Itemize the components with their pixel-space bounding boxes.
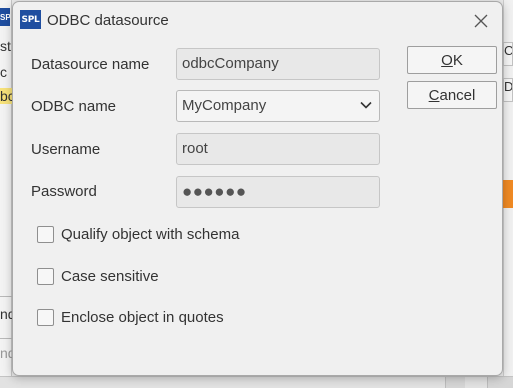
datasource-name-field[interactable]: odbcCompany <box>176 48 380 80</box>
background-right-cell: Di <box>503 78 513 102</box>
username-label: Username <box>31 141 101 158</box>
background-left-text: nd <box>0 345 12 361</box>
background-bottom-segment <box>445 377 465 388</box>
ok-button[interactable]: OK <box>407 46 497 74</box>
case-sensitive-option[interactable]: Case sensitive <box>37 266 159 286</box>
enclose-object-in-quotes-option[interactable]: Enclose object in quotes <box>37 307 224 327</box>
odbc-name-label: ODBC name <box>31 98 117 115</box>
background-left-text-selected: bc <box>0 88 12 104</box>
background-app-logo: SPL <box>0 8 10 26</box>
qualify-object-with-schema-label: Qualify object with schema <box>61 225 240 243</box>
close-button[interactable] <box>468 8 494 34</box>
case-sensitive-checkbox[interactable] <box>37 267 54 285</box>
background-divider <box>0 296 12 297</box>
dialog-title: ODBC datasource <box>47 12 169 29</box>
password-masked-value: ●●●●●● <box>182 182 247 201</box>
odbc-name-selected-value: MyCompany <box>182 97 267 114</box>
close-icon <box>474 14 488 28</box>
ok-label-rest: K <box>452 51 463 69</box>
background-left-panel <box>0 0 12 388</box>
dialog-titlebar[interactable]: SPL ODBC datasource <box>13 2 502 39</box>
cancel-label-rest: ancel <box>439 86 476 104</box>
datasource-name-label: Datasource name <box>31 56 150 73</box>
enclose-object-in-quotes-checkbox[interactable] <box>37 308 54 326</box>
qualify-object-with-schema-option[interactable]: Qualify object with schema <box>37 224 239 244</box>
odbc-name-select[interactable]: MyCompany <box>176 90 380 122</box>
background-divider <box>0 338 12 339</box>
background-orange-bar <box>503 180 513 208</box>
ok-mnemonic: O <box>441 51 453 69</box>
chevron-down-icon <box>360 101 372 109</box>
odbc-datasource-dialog: SPL ODBC datasource Datasource name odbc… <box>12 1 503 376</box>
background-left-text: nd <box>0 306 12 322</box>
cancel-mnemonic: C <box>428 86 440 104</box>
username-field[interactable]: root <box>176 133 380 165</box>
case-sensitive-label: Case sensitive <box>61 267 159 285</box>
background-left-text: st <box>0 38 11 54</box>
background-bottom-segment <box>487 377 513 388</box>
background-left-text: c <box>0 64 7 80</box>
password-field[interactable]: ●●●●●● <box>176 176 380 208</box>
enclose-object-in-quotes-label: Enclose object in quotes <box>61 308 224 326</box>
spl-app-icon: SPL <box>20 10 41 29</box>
background-right-cell: C <box>503 42 513 66</box>
cancel-button[interactable]: Cancel <box>407 81 497 109</box>
password-label: Password <box>31 183 97 200</box>
qualify-object-with-schema-checkbox[interactable] <box>37 225 54 243</box>
background-bottom-bar <box>0 376 513 388</box>
